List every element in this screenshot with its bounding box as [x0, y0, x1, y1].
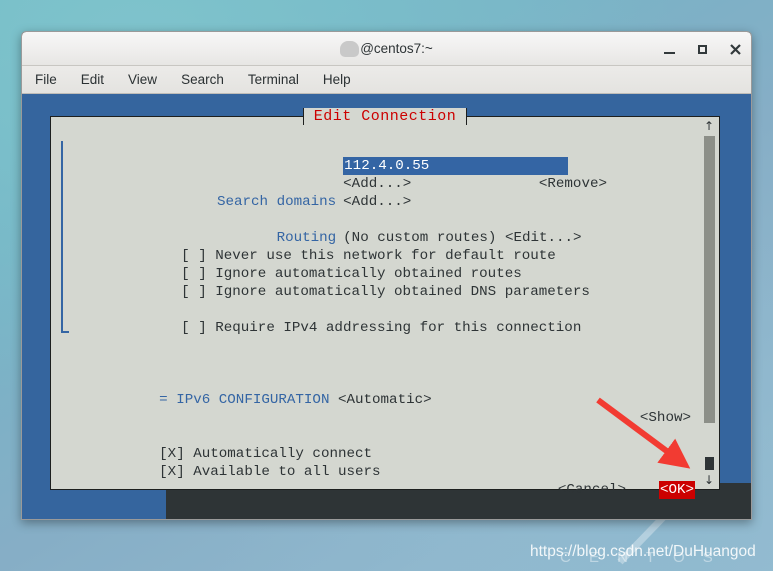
scroll-down-arrow-icon[interactable]: ↓ [704, 473, 714, 487]
checkbox-row-never-default-route[interactable]: [ ] Never use this network for default r… [51, 229, 719, 264]
dialog-content: 112.4.0.55 <Remove> <Add...> Search doma… [51, 117, 719, 499]
option-row-auto-connect[interactable]: [X] Automatically connect [51, 427, 719, 462]
spacer-row-4 [51, 337, 719, 355]
spacer-row-5 [51, 355, 719, 373]
terminal-window: @centos7:~ File Edit View Search Termina… [21, 31, 752, 520]
close-button[interactable] [727, 41, 743, 57]
redacted-username [340, 40, 360, 57]
checkbox-row-ignore-dns[interactable]: [ ] Ignore automatically obtained DNS pa… [51, 265, 719, 300]
menu-item-terminal[interactable]: Terminal [247, 70, 300, 89]
scrollbar-track[interactable] [703, 136, 715, 470]
maximize-button[interactable] [694, 41, 710, 57]
dialog-scrollbar[interactable]: ↑ ↓ [701, 119, 717, 487]
ipv6-configuration-row[interactable]: = IPv6 CONFIGURATION <Automatic> <Show> [51, 373, 719, 426]
checkbox-row-ignore-routes[interactable]: [ ] Ignore automatically obtained routes [51, 247, 719, 282]
checkbox-row-require-ipv4[interactable]: [ ] Require IPv4 addressing for this con… [51, 301, 719, 336]
csdn-watermark: https://blog.csdn.net/DuHuangod [530, 543, 756, 560]
window-titlebar[interactable]: @centos7:~ [22, 32, 751, 66]
menu-item-search[interactable]: Search [180, 70, 225, 89]
close-icon [729, 43, 741, 55]
dns-server-row: 112.4.0.55 <Remove> [51, 139, 719, 192]
terminal-cursor [704, 457, 714, 470]
search-domains-row: Search domains <Add...> [51, 175, 719, 210]
terminal-screen[interactable]: Edit Connection 112.4.0.55 <Remove> <Add… [22, 94, 751, 519]
menu-item-view[interactable]: View [127, 70, 158, 89]
spacer-row-6 [51, 391, 719, 409]
spacer-row-1 [51, 193, 719, 211]
ok-button[interactable]: <OK> [658, 481, 695, 499]
cancel-button[interactable]: <Cancel> [558, 481, 626, 499]
scroll-up-arrow-icon[interactable]: ↑ [704, 119, 714, 133]
menu-item-file[interactable]: File [34, 70, 58, 89]
menu-bar: File Edit View Search Terminal Help [22, 66, 751, 94]
dialog-button-row: <Cancel> <OK> [51, 481, 719, 501]
edit-connection-dialog: Edit Connection 112.4.0.55 <Remove> <Add… [50, 108, 720, 499]
option-row-all-users[interactable]: [X] Available to all users [51, 445, 719, 480]
menu-item-help[interactable]: Help [322, 70, 352, 89]
scrollbar-thumb[interactable] [703, 136, 715, 424]
spacer-row-7 [51, 409, 719, 427]
routing-row: Routing (No custom routes) <Edit...> [51, 211, 719, 246]
menu-item-edit[interactable]: Edit [80, 70, 105, 89]
window-title: @centos7:~ [340, 40, 433, 57]
dns-add-row: <Add...> [51, 157, 719, 192]
window-controls [661, 32, 743, 66]
spacer-row-2 [51, 283, 719, 301]
minimize-button[interactable] [661, 41, 677, 57]
desktop-background: C E N T O S https://blog.csdn.net/DuHuan… [0, 0, 773, 571]
spacer-row-3 [51, 319, 719, 337]
spacer-row-8 [51, 463, 719, 481]
window-title-text: @centos7:~ [360, 41, 433, 56]
